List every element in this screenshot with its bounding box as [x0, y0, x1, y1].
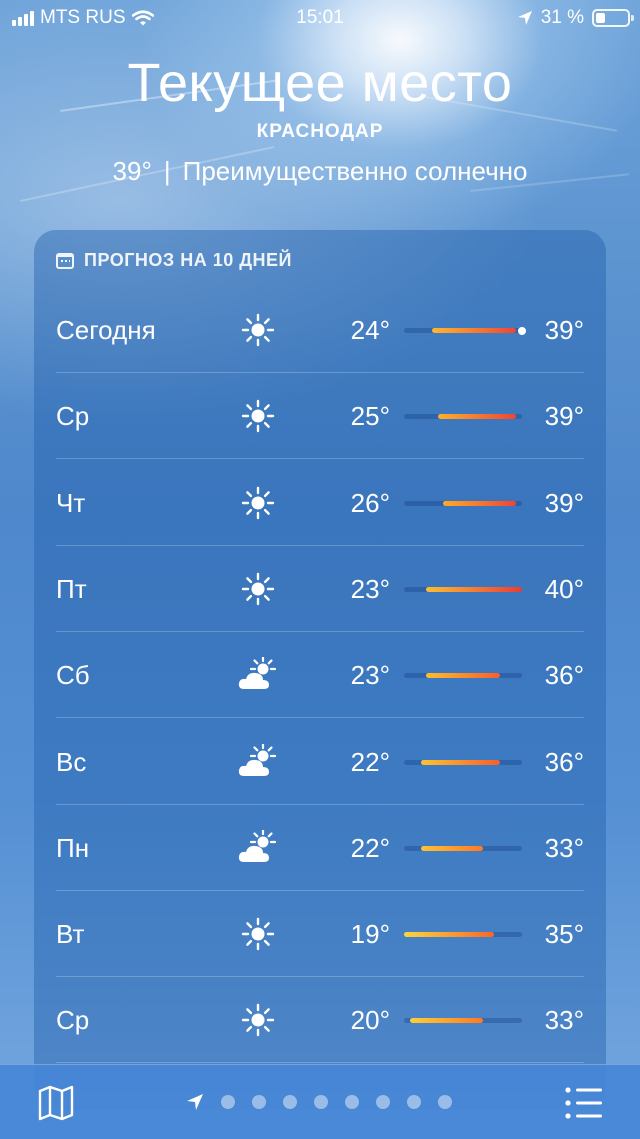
calendar-icon [56, 252, 74, 269]
forecast-high: 33° [544, 1005, 584, 1036]
ten-day-forecast-card[interactable]: ПРОГНОЗ НА 10 ДНЕЙ Сегодня 24° 39° Ср 25° 39°… [34, 230, 606, 1110]
forecast-low: 22° [350, 746, 390, 777]
forecast-low: 26° [350, 487, 390, 518]
forecast-high: 39° [544, 401, 584, 432]
forecast-low: 24° [350, 315, 390, 345]
forecast-row: Сегодня 24° 39° [56, 287, 584, 373]
forecast-row: Пн 22° 33° [56, 805, 584, 891]
sun-icon [238, 571, 278, 607]
page-dot[interactable] [376, 1095, 390, 1109]
temperature-range-track [404, 759, 522, 765]
forecast-row: Вт 19° 35° [56, 891, 584, 978]
page-indicator[interactable] [186, 1093, 452, 1111]
sun-icon [238, 398, 278, 434]
forecast-row: Чт 26° 39° [56, 460, 584, 546]
temperature-range-track [404, 673, 522, 679]
forecast-day: Вс [56, 746, 87, 777]
partly-cloudy-icon [238, 656, 278, 693]
city-name: КРАСНОДАР [256, 121, 384, 142]
forecast-day: Чт [56, 487, 86, 518]
current-temperature: 39° [112, 156, 152, 186]
forecast-header: ПРОГНОЗ НА 10 ДНЕЙ [56, 250, 292, 271]
temperature-range-bar [420, 845, 483, 851]
temperature-range-bar [426, 673, 500, 679]
current-summary: 39° | Преимущественно солнечно [0, 156, 640, 187]
temperature-range-track [404, 326, 527, 335]
forecast-day: Пн [56, 832, 90, 863]
forecast-high: 36° [544, 746, 584, 777]
forecast-high: 39° [544, 315, 584, 345]
sun-icon [238, 485, 278, 521]
forecast-row: Ср 25° 39° [56, 373, 584, 460]
temperature-range-track [404, 845, 522, 851]
page-dot[interactable] [252, 1095, 266, 1109]
temperature-range-bar [426, 586, 522, 592]
temperature-range-bar [443, 500, 517, 506]
partly-cloudy-icon [238, 828, 278, 866]
location-services-icon [517, 11, 532, 25]
battery-icon [592, 9, 634, 27]
summary-separator: | [163, 156, 171, 186]
temperature-range-bar [420, 759, 500, 765]
temperature-range-bar [432, 328, 517, 333]
temperature-range-bar [409, 1018, 483, 1024]
location-title: Текущее место [127, 53, 513, 113]
forecast-day: Вт [56, 919, 85, 950]
temperature-range-track [404, 414, 522, 420]
forecast-row: Пт 23° 40° [56, 546, 584, 632]
forecast-high: 39° [544, 487, 584, 518]
page-dot[interactable] [283, 1095, 297, 1109]
current-condition: Преимущественно солнечно [182, 156, 528, 186]
location-arrow-icon[interactable] [186, 1093, 204, 1111]
forecast-low: 20° [350, 1005, 390, 1036]
weather-screen: MTS RUS 15:01 31 % Текущее место КРАСНОД… [0, 0, 640, 1139]
forecast-low: 19° [350, 919, 390, 950]
forecast-high: 36° [544, 660, 584, 691]
forecast-low: 23° [350, 573, 390, 604]
forecast-day: Ср [56, 1005, 90, 1036]
list-icon[interactable] [564, 1085, 604, 1121]
forecast-high: 33° [544, 832, 584, 863]
bottom-toolbar [0, 1064, 640, 1139]
sun-icon [238, 1002, 278, 1038]
page-dot[interactable] [438, 1095, 452, 1109]
forecast-low: 25° [350, 401, 390, 432]
forecast-row: Вс 22° 36° [56, 719, 584, 805]
sun-icon [238, 916, 278, 952]
battery-percent: 31 % [540, 7, 584, 28]
forecast-row: Сб 23° 36° [56, 632, 584, 719]
status-bar: MTS RUS 15:01 31 % [0, 0, 640, 36]
temperature-range-track [404, 500, 522, 506]
partly-cloudy-icon [238, 742, 278, 780]
forecast-day: Пт [56, 573, 87, 604]
forecast-high: 40° [544, 573, 584, 604]
forecast-high: 35° [544, 919, 584, 950]
forecast-day: Ср [56, 401, 90, 432]
page-dot[interactable] [407, 1095, 421, 1109]
forecast-title: ПРОГНОЗ НА 10 ДНЕЙ [84, 250, 292, 270]
forecast-low: 23° [350, 660, 390, 691]
forecast-day: Сб [56, 660, 90, 691]
forecast-day: Сегодня [56, 315, 156, 345]
page-dot[interactable] [221, 1095, 235, 1109]
sun-icon [238, 312, 278, 348]
temperature-range-track [404, 932, 522, 938]
temperature-range-track [404, 1018, 522, 1024]
temperature-range-track [404, 586, 522, 592]
temperature-range-bar [437, 414, 517, 420]
map-icon[interactable] [36, 1083, 76, 1123]
forecast-low: 22° [350, 832, 390, 863]
page-dot[interactable] [345, 1095, 359, 1109]
forecast-row: Ср 20° 33° [56, 977, 584, 1064]
temperature-range-bar [404, 932, 494, 938]
page-dot[interactable] [314, 1095, 328, 1109]
